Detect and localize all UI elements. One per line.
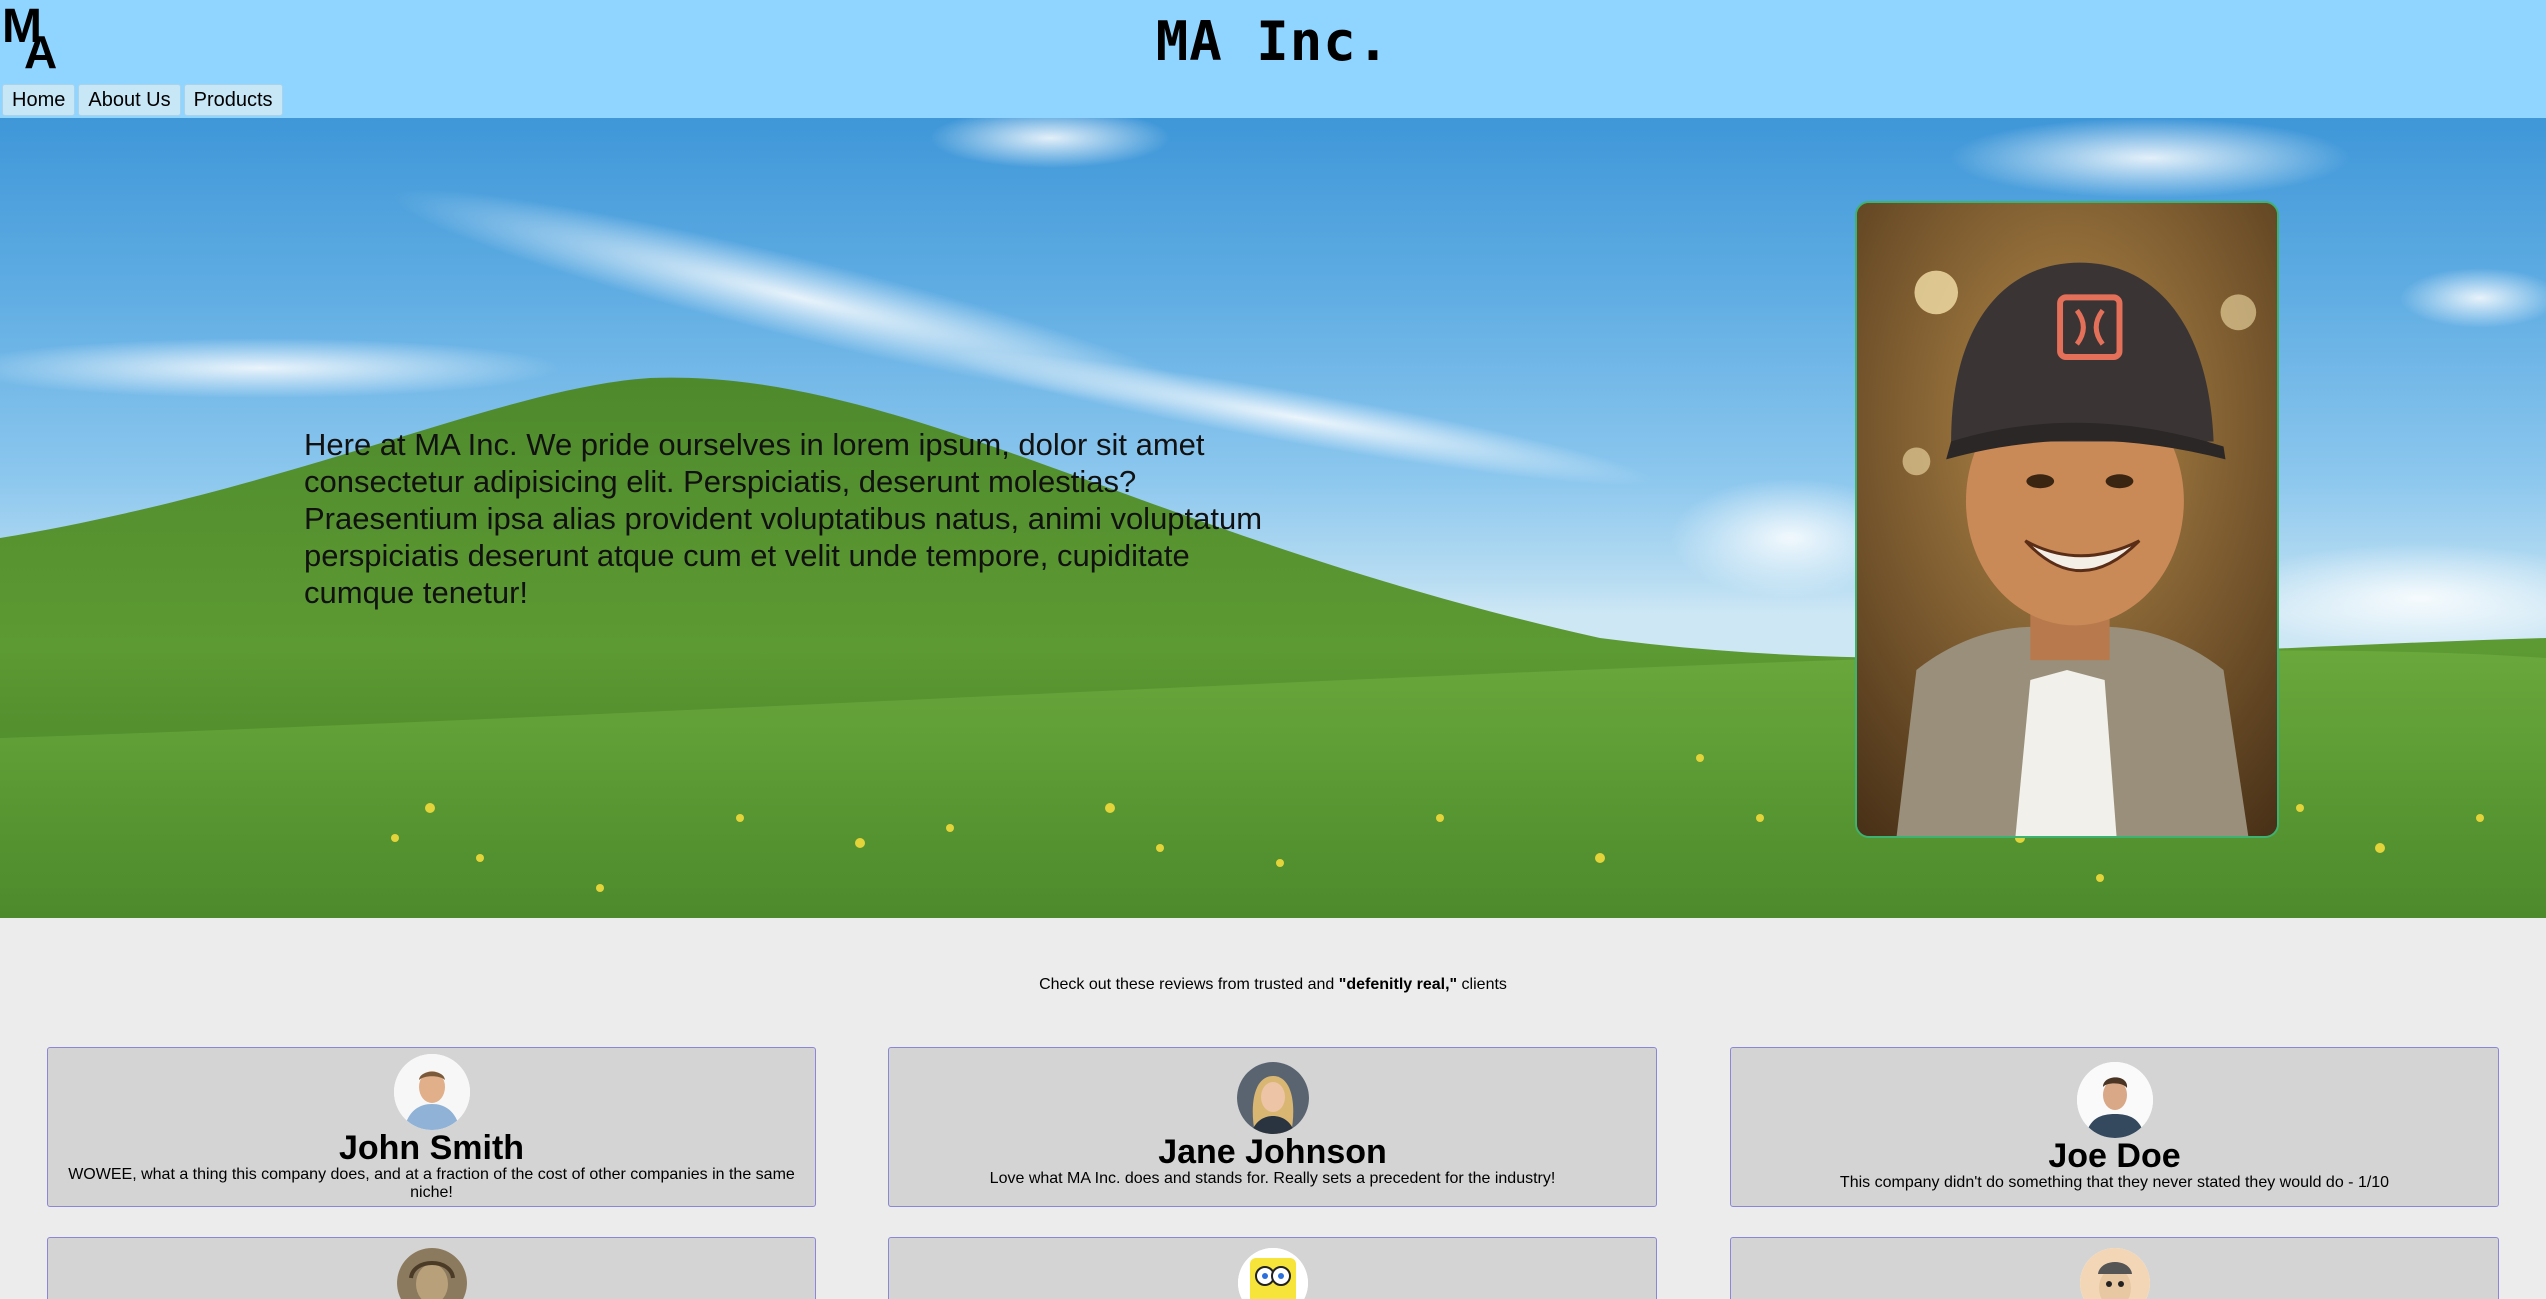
main-nav: Home About Us Products	[2, 84, 283, 116]
nav-products[interactable]: Products	[183, 84, 283, 116]
avatar	[1237, 1248, 1308, 1299]
review-card: John Smith WOWEE, what a thing this comp…	[47, 1047, 816, 1207]
reviews-intro-text: Check out these reviews from trusted and	[1039, 976, 1339, 993]
review-card	[1730, 1237, 2499, 1299]
avatar	[2076, 1062, 2153, 1138]
hero-intro-text: Here at MA Inc. We pride ourselves in lo…	[304, 427, 1263, 610]
review-card: Jane Johnson Love what MA Inc. does and …	[888, 1047, 1657, 1207]
avatar	[1236, 1062, 1309, 1134]
hero-banner: Here at MA Inc. We pride ourselves in lo…	[0, 118, 2546, 918]
portrait-photo	[1855, 201, 2279, 838]
avatar	[393, 1054, 470, 1130]
reviews-intro-emphasis: "defenitly real,"	[1338, 976, 1458, 993]
avatar	[396, 1248, 467, 1299]
review-card	[888, 1237, 1657, 1299]
review-text: This company didn't do something that th…	[1839, 1174, 2390, 1191]
reviews-intro: Check out these reviews from trusted and…	[0, 976, 2546, 994]
review-card: Joe Doe This company didn't do something…	[1730, 1047, 2499, 1207]
review-card	[47, 1237, 816, 1299]
review-text: Love what MA Inc. does and stands for. R…	[989, 1170, 1556, 1187]
reviewer-name: John Smith	[338, 1129, 525, 1167]
site-header: M A MA Inc. Home About Us Products	[0, 0, 2546, 118]
nav-home[interactable]: Home	[2, 84, 76, 116]
reviewer-name: Joe Doe	[2048, 1137, 2181, 1175]
nav-about-us[interactable]: About Us	[78, 84, 181, 116]
reviewer-name: Jane Johnson	[1158, 1133, 1387, 1171]
review-text: WOWEE, what a thing this company does, a…	[68, 1166, 795, 1201]
reviews-intro-suffix: clients	[1457, 976, 1507, 993]
avatar	[2079, 1248, 2150, 1299]
site-title: MA Inc.	[1155, 10, 1391, 73]
